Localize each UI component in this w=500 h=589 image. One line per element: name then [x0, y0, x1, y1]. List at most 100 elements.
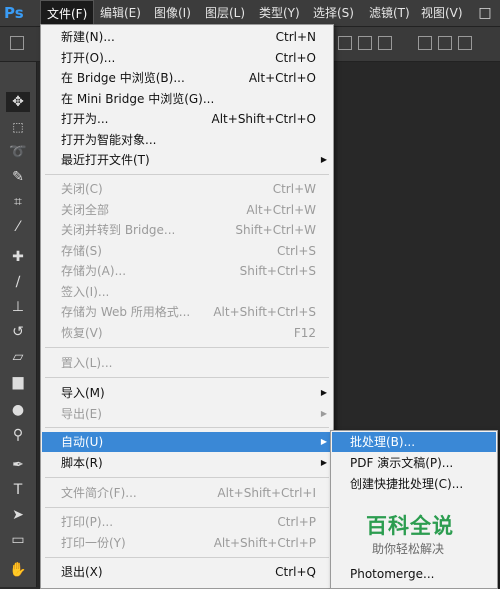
menu-item-label: 自动(U) — [61, 435, 104, 449]
move-tool-icon[interactable]: ✥ — [6, 92, 30, 112]
menu-item-label: 打开(O)... — [61, 51, 116, 65]
menu-file[interactable]: 文件(F) — [40, 0, 95, 26]
hand-tool-icon[interactable]: ✋ — [6, 560, 30, 580]
menu-item-automate[interactable]: 自动(U) ▶ — [42, 432, 332, 452]
align-right-icon[interactable] — [458, 36, 472, 50]
submenu-arrow-icon: ▶ — [320, 388, 327, 397]
menu-item-open[interactable]: 打开(O)... Ctrl+O — [42, 48, 332, 68]
align-hcenter-icon[interactable] — [438, 36, 452, 50]
submenu-item-pdf-presentation[interactable]: PDF 演示文稿(P)... — [332, 453, 496, 473]
menu-item-shortcut: Alt+Ctrl+W — [246, 203, 316, 217]
menu-item-check-in[interactable]: 签入(I)... — [42, 282, 332, 302]
menu-bar: Ps 文件(F) 编辑(E) 图像(I) 图层(L) 类型(Y) 选择(S) 滤… — [0, 0, 500, 27]
submenu-item-label: Photomerge... — [350, 567, 435, 581]
menu-item-close-all[interactable]: 关闭全部 Alt+Ctrl+W — [42, 200, 332, 220]
watermark-subtitle: 助你轻松解决 — [372, 542, 445, 556]
menu-item-close-go-bridge[interactable]: 关闭并转到 Bridge... Shift+Ctrl+W — [42, 220, 332, 240]
menu-separator — [45, 477, 329, 478]
menu-item-save-for-web[interactable]: 存储为 Web 所用格式... Alt+Shift+Ctrl+S — [42, 302, 332, 322]
menu-item-label: 关闭全部 — [61, 203, 110, 217]
menu-item-label: 打开为... — [61, 112, 109, 126]
menu-item-scripts[interactable]: 脚本(R) ▶ — [42, 453, 332, 473]
menu-item-file-info[interactable]: 文件简介(F)... Alt+Shift+Ctrl+I — [42, 483, 332, 503]
menu-item-new[interactable]: 新建(N)... Ctrl+N — [42, 27, 332, 47]
menu-item-place[interactable]: 置入(L)... — [42, 353, 332, 373]
file-menu: 新建(N)... Ctrl+N 打开(O)... Ctrl+O 在 Bridge… — [40, 24, 334, 589]
menu-separator — [45, 427, 329, 428]
menu-type[interactable]: 类型(Y) — [253, 0, 306, 26]
window-restore-button[interactable]: □ — [470, 0, 500, 26]
quick-select-tool-icon[interactable]: ✎ — [6, 167, 30, 187]
history-brush-tool-icon[interactable]: ↺ — [6, 322, 30, 342]
type-tool-icon[interactable]: T — [6, 480, 30, 500]
menu-item-export[interactable]: 导出(E) ▶ — [42, 404, 332, 424]
menu-item-shortcut: Shift+Ctrl+W — [235, 223, 316, 237]
menu-item-print-one[interactable]: 打印一份(Y) Alt+Shift+Ctrl+P — [42, 533, 332, 553]
menu-layer[interactable]: 图层(L) — [199, 0, 251, 26]
move-tool-option-icon[interactable] — [10, 36, 24, 50]
crop-tool-icon[interactable]: ⌗ — [6, 192, 30, 212]
menu-item-open-smart-object[interactable]: 打开为智能对象... — [42, 130, 332, 150]
submenu-arrow-icon: ▶ — [320, 437, 327, 446]
menu-item-exit[interactable]: 退出(X) Ctrl+Q — [42, 562, 332, 582]
menu-separator — [45, 507, 329, 508]
menu-item-import[interactable]: 导入(M) ▶ — [42, 383, 332, 403]
menu-item-browse-bridge[interactable]: 在 Bridge 中浏览(B)... Alt+Ctrl+O — [42, 68, 332, 88]
clone-stamp-tool-icon[interactable]: ⊥ — [6, 297, 30, 317]
menu-item-browse-mini-bridge[interactable]: 在 Mini Bridge 中浏览(G)... — [42, 89, 332, 109]
menu-item-label: 打印一份(Y) — [61, 536, 126, 550]
menu-filter[interactable]: 滤镜(T) — [363, 0, 416, 26]
menu-separator — [45, 174, 329, 175]
menu-item-label: 在 Bridge 中浏览(B)... — [61, 71, 185, 85]
submenu-item-create-droplet[interactable]: 创建快捷批处理(C)... — [332, 474, 496, 494]
menu-item-label: 文件简介(F)... — [61, 486, 137, 500]
menu-item-shortcut: Ctrl+S — [276, 244, 316, 258]
menu-item-label: 存储(S) — [61, 244, 102, 258]
submenu-item-batch[interactable]: 批处理(B)... — [332, 432, 496, 452]
dodge-tool-icon[interactable]: ⚲ — [6, 425, 30, 445]
menu-item-label: 新建(N)... — [61, 30, 115, 44]
lasso-tool-icon[interactable]: ➰ — [6, 142, 30, 162]
pen-tool-icon[interactable]: ✒ — [6, 455, 30, 475]
menu-item-close[interactable]: 关闭(C) Ctrl+W — [42, 179, 332, 199]
blur-tool-icon[interactable]: ● — [6, 400, 30, 420]
path-selection-tool-icon[interactable]: ➤ — [6, 505, 30, 525]
eyedropper-tool-icon[interactable]: ⁄ — [6, 217, 30, 237]
submenu-arrow-icon: ▶ — [320, 409, 327, 418]
menu-item-label: 存储为(A)... — [61, 264, 127, 278]
gradient-tool-icon[interactable]: ▆ — [6, 372, 30, 392]
align-top-icon[interactable] — [338, 36, 352, 50]
menu-item-save-as[interactable]: 存储为(A)... Shift+Ctrl+S — [42, 261, 332, 281]
align-vcenter-icon[interactable] — [358, 36, 372, 50]
healing-brush-tool-icon[interactable]: ✚ — [6, 247, 30, 267]
menu-image[interactable]: 图像(I) — [148, 0, 197, 26]
eraser-tool-icon[interactable]: ▱ — [6, 347, 30, 367]
menu-item-print[interactable]: 打印(P)... Ctrl+P — [42, 512, 332, 532]
menu-item-open-as[interactable]: 打开为... Alt+Shift+Ctrl+O — [42, 109, 332, 129]
menu-separator — [45, 347, 329, 348]
menu-item-shortcut: F12 — [293, 326, 316, 340]
menu-item-revert[interactable]: 恢复(V) F12 — [42, 323, 332, 343]
menu-item-save[interactable]: 存储(S) Ctrl+S — [42, 241, 332, 261]
submenu-item-label: 创建快捷批处理(C)... — [350, 477, 464, 491]
menu-separator — [45, 557, 329, 558]
menu-view[interactable]: 视图(V) — [415, 0, 469, 26]
submenu-arrow-icon: ▶ — [320, 155, 327, 164]
menu-edit[interactable]: 编辑(E) — [94, 0, 147, 26]
menu-select[interactable]: 选择(S) — [307, 0, 360, 26]
shape-tool-icon[interactable]: ▭ — [6, 530, 30, 550]
submenu-item-photomerge[interactable]: Photomerge... — [332, 564, 496, 584]
align-bottom-icon[interactable] — [378, 36, 392, 50]
watermark: 百科全说 助你轻松解决 — [356, 510, 466, 562]
submenu-item-label: PDF 演示文稿(P)... — [350, 456, 454, 470]
menu-item-label: 导出(E) — [61, 407, 102, 421]
brush-tool-icon[interactable]: ∕ — [6, 272, 30, 292]
marquee-tool-icon[interactable]: ⬚ — [6, 117, 30, 137]
menu-item-label: 恢复(V) — [61, 326, 103, 340]
menu-item-shortcut: Ctrl+P — [277, 515, 316, 529]
align-left-icon[interactable] — [418, 36, 432, 50]
menu-item-shortcut: Alt+Shift+Ctrl+S — [213, 305, 316, 319]
menu-item-shortcut: Ctrl+Q — [275, 565, 316, 579]
menu-item-shortcut: Ctrl+W — [272, 182, 316, 196]
menu-item-open-recent[interactable]: 最近打开文件(T) ▶ — [42, 150, 332, 170]
